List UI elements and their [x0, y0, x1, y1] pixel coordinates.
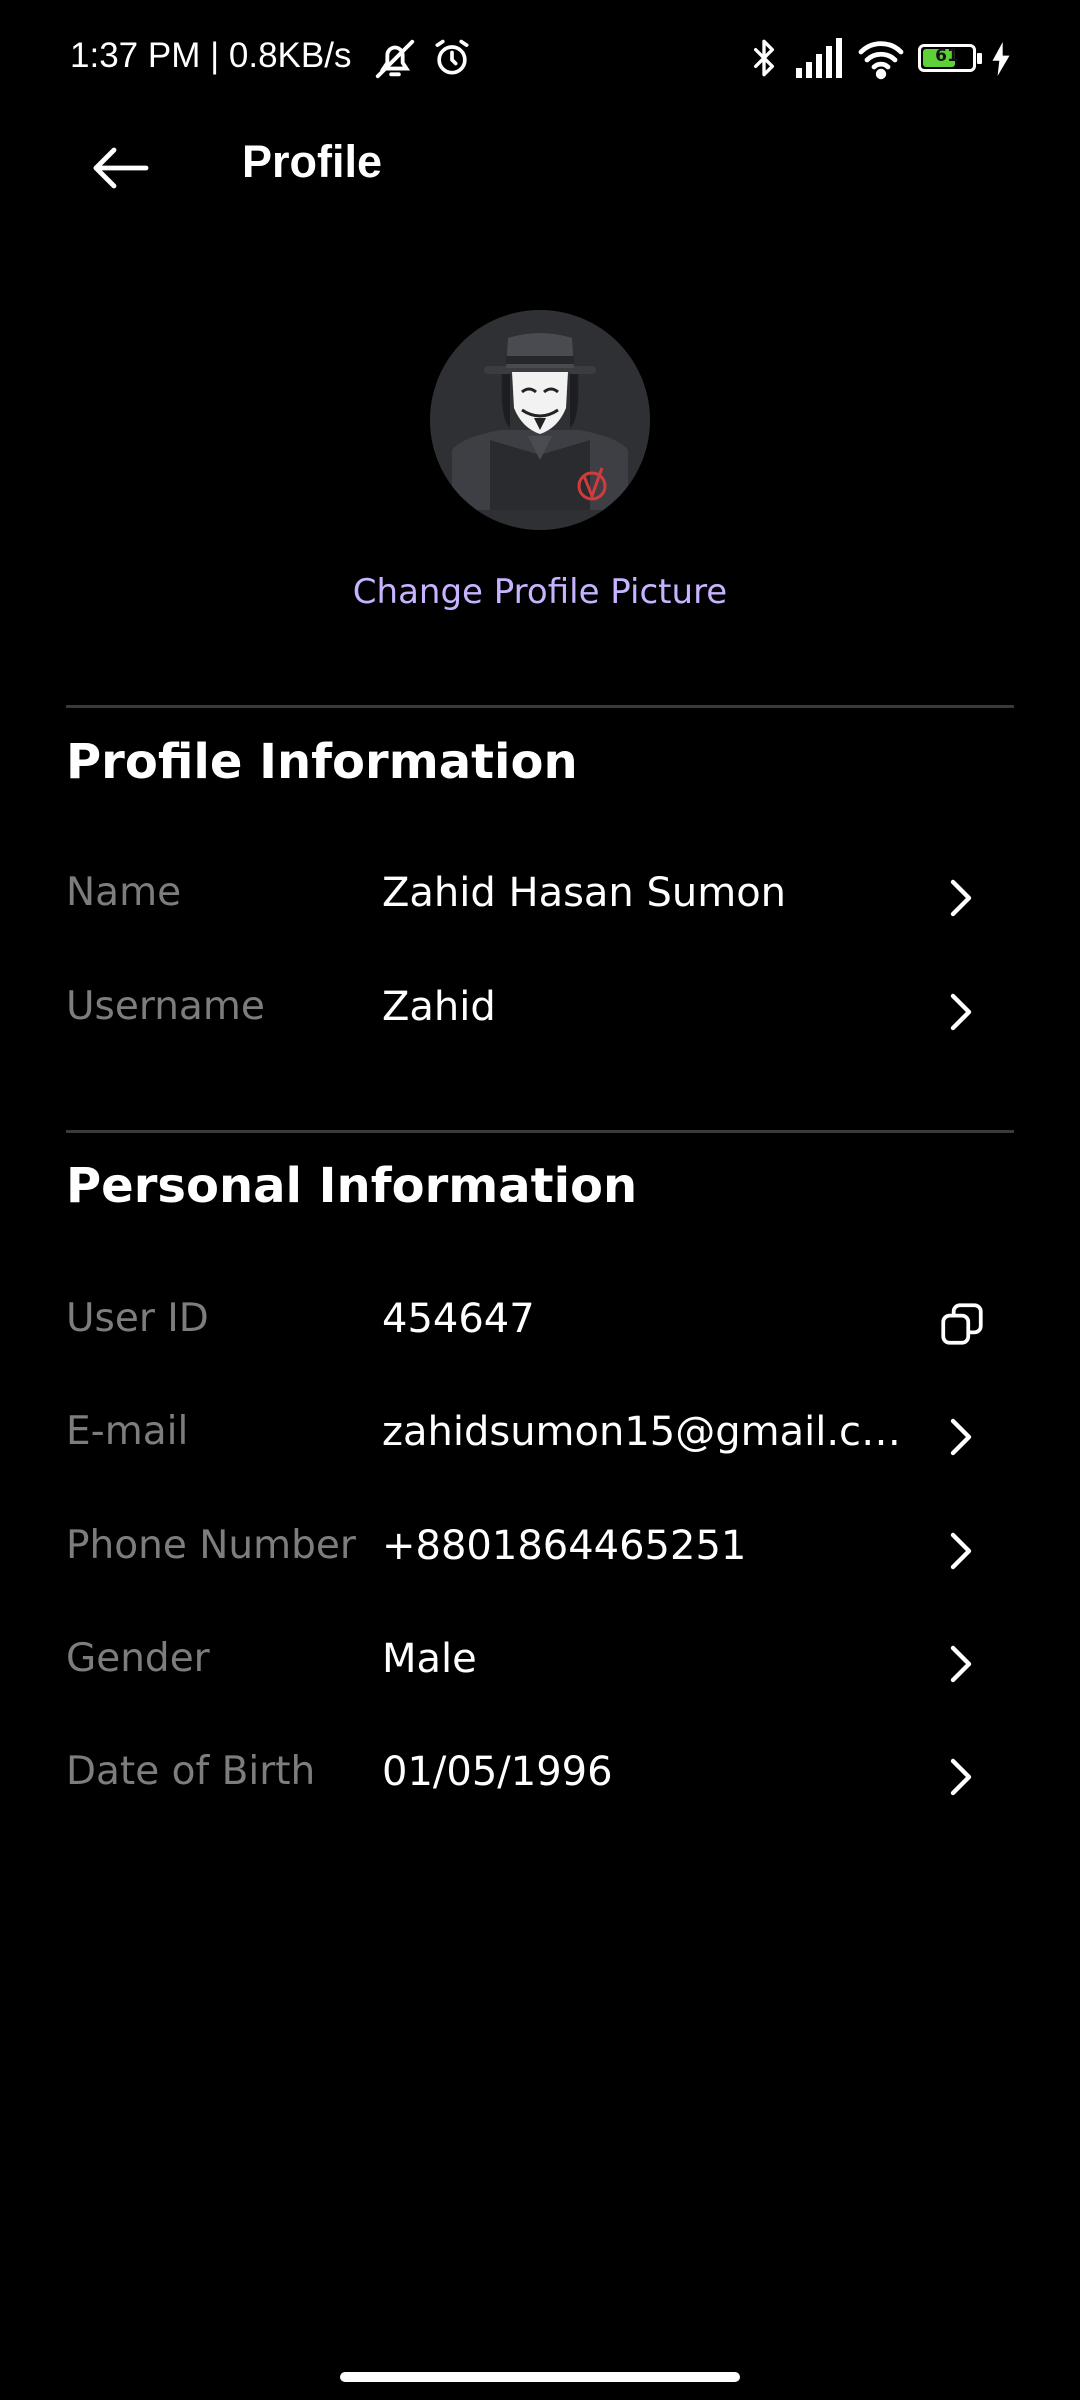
row-value: Zahid: [382, 984, 496, 1030]
chevron-right-icon[interactable]: [930, 1632, 994, 1696]
status-bar: 1:37 PM | 0.8KB/s 61: [0, 0, 1080, 120]
back-button[interactable]: [80, 140, 160, 200]
row-label: Phone Number: [66, 1523, 356, 1568]
bluetooth-icon: [744, 36, 784, 84]
row-label: Date of Birth: [66, 1749, 316, 1794]
chevron-right-icon[interactable]: [930, 866, 994, 930]
profile-row-name[interactable]: Name Zahid Hasan Sumon: [0, 846, 1080, 946]
chevron-right-icon[interactable]: [930, 980, 994, 1044]
copy-icon[interactable]: [930, 1292, 994, 1356]
profile-row-username[interactable]: Username Zahid: [0, 960, 1080, 1060]
row-label: Gender: [66, 1636, 210, 1681]
chevron-right-icon[interactable]: [930, 1405, 994, 1469]
divider: [66, 705, 1014, 708]
mute-icon: [372, 36, 418, 86]
personal-row-date-of-birth[interactable]: Date of Birth 01/05/1996: [0, 1725, 1080, 1825]
home-indicator[interactable]: [340, 2372, 740, 2382]
row-label: Name: [66, 870, 182, 915]
avatar-image: [430, 310, 650, 530]
battery-icon: 61: [918, 44, 976, 72]
divider: [66, 1130, 1014, 1133]
row-value: zahidsumon15@gmail.co...: [382, 1409, 902, 1455]
row-label: E-mail: [66, 1409, 189, 1454]
status-time: 1:37 PM | 0.8KB/s: [70, 36, 352, 75]
avatar[interactable]: [430, 310, 650, 530]
chevron-right-icon[interactable]: [930, 1745, 994, 1809]
battery-level: 61: [935, 46, 959, 66]
personal-row-user-id[interactable]: User ID 454647: [0, 1272, 1080, 1372]
personal-row-gender[interactable]: Gender Male: [0, 1612, 1080, 1712]
row-value: Male: [382, 1636, 477, 1682]
row-value: 454647: [382, 1296, 535, 1342]
row-value: 01/05/1996: [382, 1749, 613, 1795]
personal-row-email[interactable]: E-mail zahidsumon15@gmail.co...: [0, 1385, 1080, 1485]
section-title-personal: Personal Information: [66, 1158, 638, 1214]
signal-icon: [794, 36, 844, 84]
section-title-profile: Profile Information: [66, 734, 578, 790]
change-profile-picture-button[interactable]: Change Profile Picture: [0, 572, 1080, 612]
battery-cap: [977, 53, 982, 64]
wifi-icon: [856, 36, 906, 84]
charging-icon: [990, 42, 1012, 80]
row-label: User ID: [66, 1296, 209, 1341]
row-label: Username: [66, 984, 265, 1029]
app-bar: Profile: [0, 120, 1080, 220]
row-value: Zahid Hasan Sumon: [382, 870, 787, 916]
alarm-icon: [430, 36, 474, 84]
page-title: Profile: [242, 136, 383, 187]
row-value: +8801864465251: [382, 1523, 747, 1569]
chevron-right-icon[interactable]: [930, 1519, 994, 1583]
personal-row-phone[interactable]: Phone Number +8801864465251: [0, 1499, 1080, 1599]
arrow-left-icon: [90, 146, 150, 194]
